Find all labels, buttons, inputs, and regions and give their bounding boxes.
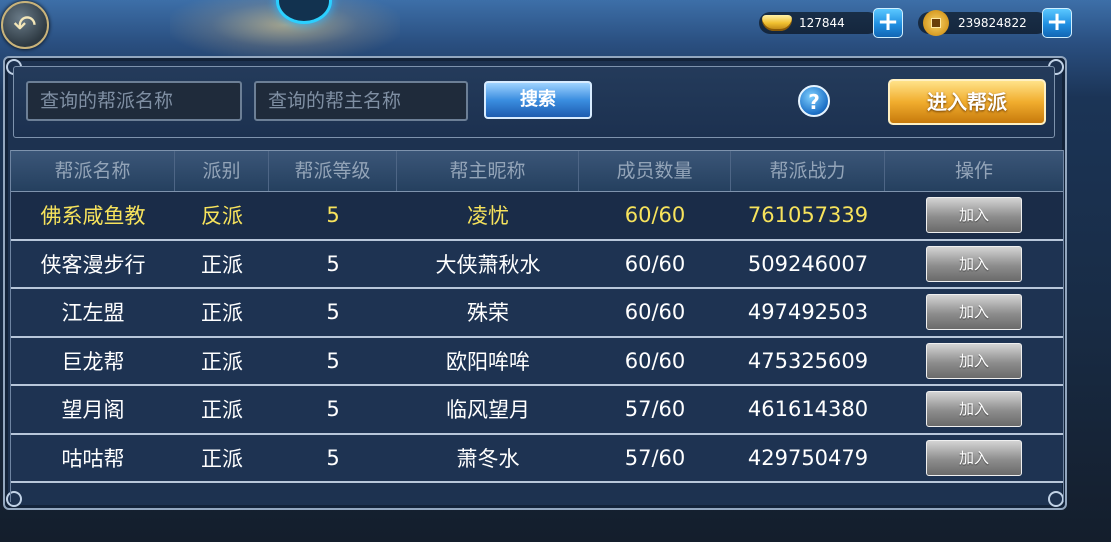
action-cell: 加入 — [885, 342, 1063, 379]
guild-faction: 正派 — [201, 301, 243, 326]
guild-level: 5 — [326, 203, 340, 228]
guild-members: 60/60 — [624, 203, 686, 228]
guild-members: 57/60 — [624, 445, 686, 470]
guild-level: 5 — [326, 348, 340, 373]
guild-level: 5 — [326, 251, 340, 276]
table-row[interactable]: 侠客漫步行 正派 5 大侠萧秋水 60/60 509246007 加入 — [11, 240, 1063, 289]
table-header: 帮派名称 派别 帮派等级 帮主昵称 成员数量 帮派战力 操作 — [11, 150, 1063, 192]
guild-leader: 凌忧 — [467, 204, 509, 229]
guild-power: 475325609 — [747, 348, 869, 373]
table-row[interactable]: 望月阁 正派 5 临风望月 57/60 461614380 加入 — [11, 386, 1063, 435]
guild-name: 望月阁 — [61, 398, 125, 423]
copper-coin-icon — [918, 8, 954, 38]
action-cell: 加入 — [885, 439, 1063, 476]
copper-coin-resource: 239824822 + — [918, 8, 1072, 38]
table-row[interactable]: 咕咕帮 正派 5 萧冬水 57/60 429750479 加入 — [11, 434, 1063, 483]
column-header-faction: 派别 — [175, 151, 269, 191]
guild-members: 60/60 — [624, 251, 686, 276]
guild-members: 57/60 — [624, 397, 686, 422]
guild-name: 咕咕帮 — [61, 446, 125, 471]
guild-name: 巨龙帮 — [61, 349, 125, 374]
enter-guild-button[interactable]: 进入帮派 — [888, 79, 1046, 125]
column-header-guild-level: 帮派等级 — [269, 151, 397, 191]
join-button[interactable]: 加入 — [926, 342, 1022, 379]
guild-level: 5 — [326, 445, 340, 470]
join-button[interactable]: 加入 — [926, 245, 1022, 282]
column-header-leader-name: 帮主昵称 — [397, 151, 579, 191]
guild-leader: 大侠萧秋水 — [435, 252, 541, 277]
action-cell: 加入 — [885, 294, 1063, 331]
guild-power: 509246007 — [747, 251, 869, 276]
guild-faction: 正派 — [201, 398, 243, 423]
join-button[interactable]: 加入 — [926, 197, 1022, 234]
guild-leader: 殊荣 — [467, 301, 509, 326]
guild-level: 5 — [326, 300, 340, 325]
table-row[interactable]: 佛系咸鱼教 反派 5 凌忧 60/60 761057339 加入 — [11, 192, 1063, 241]
guild-power: 461614380 — [747, 397, 869, 422]
add-copper-coin-button[interactable]: + — [1042, 8, 1072, 38]
guild-power: 497492503 — [747, 300, 869, 325]
join-button[interactable]: 加入 — [926, 294, 1022, 331]
column-header-member-count: 成员数量 — [579, 151, 731, 191]
guild-power: 761057339 — [747, 203, 869, 228]
guild-name: 侠客漫步行 — [40, 252, 146, 277]
guild-name-search-input[interactable]: 查询的帮派名称 — [26, 81, 242, 121]
guild-list-panel: 查询的帮派名称 查询的帮主名称 搜索 ? 进入帮派 帮派名称 派别 帮派等级 帮… — [3, 56, 1067, 510]
back-button[interactable]: ↶ — [1, 1, 49, 49]
back-arrow-icon: ↶ — [13, 8, 37, 42]
column-header-action: 操作 — [954, 160, 993, 182]
search-button[interactable]: 搜索 — [484, 81, 592, 119]
guild-faction: 正派 — [201, 446, 243, 471]
guild-leader: 欧阳哞哞 — [446, 349, 530, 374]
leader-name-search-input[interactable]: 查询的帮主名称 — [254, 81, 468, 121]
action-cell: 加入 — [885, 391, 1063, 428]
guild-table: 帮派名称 派别 帮派等级 帮主昵称 成员数量 帮派战力 操作 佛系咸鱼教 反派 … — [10, 150, 1064, 502]
join-button[interactable]: 加入 — [926, 439, 1022, 476]
gold-ingot-icon — [759, 8, 795, 38]
guild-members: 60/60 — [624, 300, 686, 325]
table-row[interactable]: 巨龙帮 正派 5 欧阳哞哞 60/60 475325609 加入 — [11, 337, 1063, 386]
table-row[interactable]: 江左盟 正派 5 殊荣 60/60 497492503 加入 — [11, 289, 1063, 338]
column-header-guild-power: 帮派战力 — [731, 151, 885, 191]
action-cell: 加入 — [885, 245, 1063, 282]
guild-faction: 反派 — [201, 204, 243, 229]
guild-leader: 萧冬水 — [456, 446, 520, 471]
guild-name: 江左盟 — [61, 301, 125, 326]
guild-faction: 正派 — [201, 349, 243, 374]
add-gold-ingot-button[interactable]: + — [873, 8, 903, 38]
guild-level: 5 — [326, 397, 340, 422]
help-icon[interactable]: ? — [798, 85, 830, 117]
action-cell: 加入 — [885, 197, 1063, 234]
join-button[interactable]: 加入 — [926, 391, 1022, 428]
guild-leader: 临风望月 — [446, 398, 530, 423]
guild-members: 60/60 — [624, 348, 686, 373]
guild-name: 佛系咸鱼教 — [40, 204, 146, 229]
search-bar: 查询的帮派名称 查询的帮主名称 搜索 ? 进入帮派 — [13, 66, 1055, 138]
gold-ingot-resource: 127844 + — [759, 8, 903, 38]
guild-power: 429750479 — [747, 445, 869, 470]
guild-faction: 正派 — [201, 252, 243, 277]
column-header-guild-name: 帮派名称 — [11, 151, 175, 191]
